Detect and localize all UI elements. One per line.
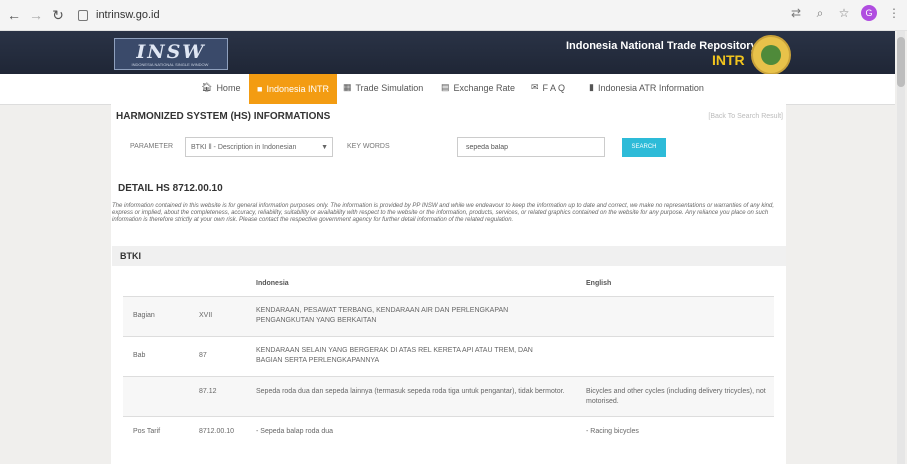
address-bar[interactable]: intrinsw.go.id xyxy=(78,5,737,25)
detail-title: DETAIL HS 8712.00.10 xyxy=(118,183,223,194)
lock-icon xyxy=(78,9,88,21)
logo-subtitle: INDONESIA NATIONAL SINGLE WINDOW xyxy=(131,62,209,67)
row-code: 8712.00.10 xyxy=(199,428,235,435)
forward-arrow-icon[interactable]: → xyxy=(28,7,44,23)
main-content: HARMONIZED SYSTEM (HS) INFORMATIONS [Bac… xyxy=(111,104,786,464)
row-label: Pos Tarif xyxy=(133,428,161,435)
browser-toolbar: ← → ↻ intrinsw.go.id ⇄ ⌕ ☆ G ⋮ xyxy=(0,0,907,31)
keywords-input[interactable] xyxy=(457,137,605,157)
search-button[interactable]: SEARCH xyxy=(622,138,666,157)
menu-item-atr-information[interactable]: ▮ Indonesia ATR Information xyxy=(589,82,704,93)
menu-item-label: Indonesia ATR Information xyxy=(597,82,704,93)
table-row: 87.12 Sepeda roda dua dan sepeda lainnya… xyxy=(123,376,774,417)
main-menu: 🏠︎ Home ■ Indonesia INTR ▦ Trade Simulat… xyxy=(0,74,895,105)
column-header-indonesia: Indonesia xyxy=(256,280,289,287)
repo-abbrev: INTR xyxy=(712,52,745,68)
menu-item-indonesia-intr[interactable]: ■ Indonesia INTR xyxy=(249,74,337,104)
menu-item-label: Exchange Rate xyxy=(453,82,516,93)
keywords-label: KEY WORDS xyxy=(347,143,390,150)
row-indonesia: KENDARAAN, PESAWAT TERBANG, KENDARAAN AI… xyxy=(256,307,509,324)
column-header-english: English xyxy=(586,280,612,287)
row-english: - Racing bicycles xyxy=(586,428,639,435)
reload-icon[interactable]: ↻ xyxy=(50,7,66,23)
menu-kebab-icon[interactable]: ⋮ xyxy=(887,6,901,20)
row-code: 87.12 xyxy=(199,388,217,395)
menu-item-faq[interactable]: ✉ F A Q xyxy=(531,82,565,93)
parameter-value: BTKI ll - Description in Indonesian xyxy=(191,144,297,151)
disclaimer-text: The information contained in this websit… xyxy=(112,203,775,223)
profile-avatar[interactable]: G xyxy=(861,5,877,21)
intr-emblem-icon xyxy=(751,35,791,75)
zoom-icon[interactable]: ⌕ xyxy=(813,6,827,20)
section-title: BTKI xyxy=(120,251,141,261)
row-code: 87 xyxy=(199,352,207,359)
parameter-select[interactable]: BTKI ll - Description in Indonesian ▼ xyxy=(185,137,333,157)
repo-title: Indonesia National Trade Repository xyxy=(566,40,757,52)
row-indonesia: KENDARAAN SELAIN YANG BERGERAK DI ATAS R… xyxy=(256,347,533,364)
menu-item-label: Home xyxy=(216,82,241,93)
table-icon: ▤ xyxy=(441,82,450,92)
row-english: Bicycles and other cycles (including del… xyxy=(586,388,766,405)
section-bar: BTKI xyxy=(112,246,786,266)
site-header: INSW INDONESIA NATIONAL SINGLE WINDOW In… xyxy=(0,31,895,75)
row-indonesia: Sepeda roda dua dan sepeda lainnya (term… xyxy=(256,388,565,395)
table-row: Pos Tarif 8712.00.10 - Sepeda balap roda… xyxy=(123,416,774,447)
page-scrollbar[interactable] xyxy=(897,31,905,464)
menu-item-exchange-rate[interactable]: ▤ Exchange Rate xyxy=(441,82,515,93)
chat-icon: ✉ xyxy=(531,82,539,92)
menu-item-home[interactable]: 🏠︎ Home xyxy=(201,82,240,93)
home-icon: 🏠︎ xyxy=(201,82,213,92)
row-code: XVII xyxy=(199,312,213,319)
menu-item-label: Indonesia INTR xyxy=(266,84,329,94)
page-title: HARMONIZED SYSTEM (HS) INFORMATIONS xyxy=(116,111,331,122)
table-row: Bab 87 KENDARAAN SELAIN YANG BERGERAK DI… xyxy=(123,336,774,377)
table-icon: ▦ xyxy=(343,82,352,92)
parameter-label: PARAMETER xyxy=(130,143,174,150)
back-to-results-link[interactable]: [Back To Search Result] xyxy=(708,113,783,120)
row-label: Bab xyxy=(133,352,146,359)
back-arrow-icon[interactable]: ← xyxy=(6,7,22,23)
square-icon: ■ xyxy=(257,84,263,94)
table-row: Bagian XVII KENDARAAN, PESAWAT TERBANG, … xyxy=(123,296,774,337)
translate-icon[interactable]: ⇄ xyxy=(789,6,803,20)
row-label: Bagian xyxy=(133,312,155,319)
bookmark-star-icon[interactable]: ☆ xyxy=(837,6,851,20)
menu-item-trade-simulation[interactable]: ▦ Trade Simulation xyxy=(343,82,423,93)
row-indonesia: - Sepeda balap roda dua xyxy=(256,428,334,435)
menu-item-label: Trade Simulation xyxy=(355,82,424,93)
url-text: intrinsw.go.id xyxy=(96,9,160,21)
chevron-down-icon: ▼ xyxy=(321,144,328,151)
menu-item-label: F A Q xyxy=(542,82,566,93)
book-icon: ▮ xyxy=(589,82,594,92)
